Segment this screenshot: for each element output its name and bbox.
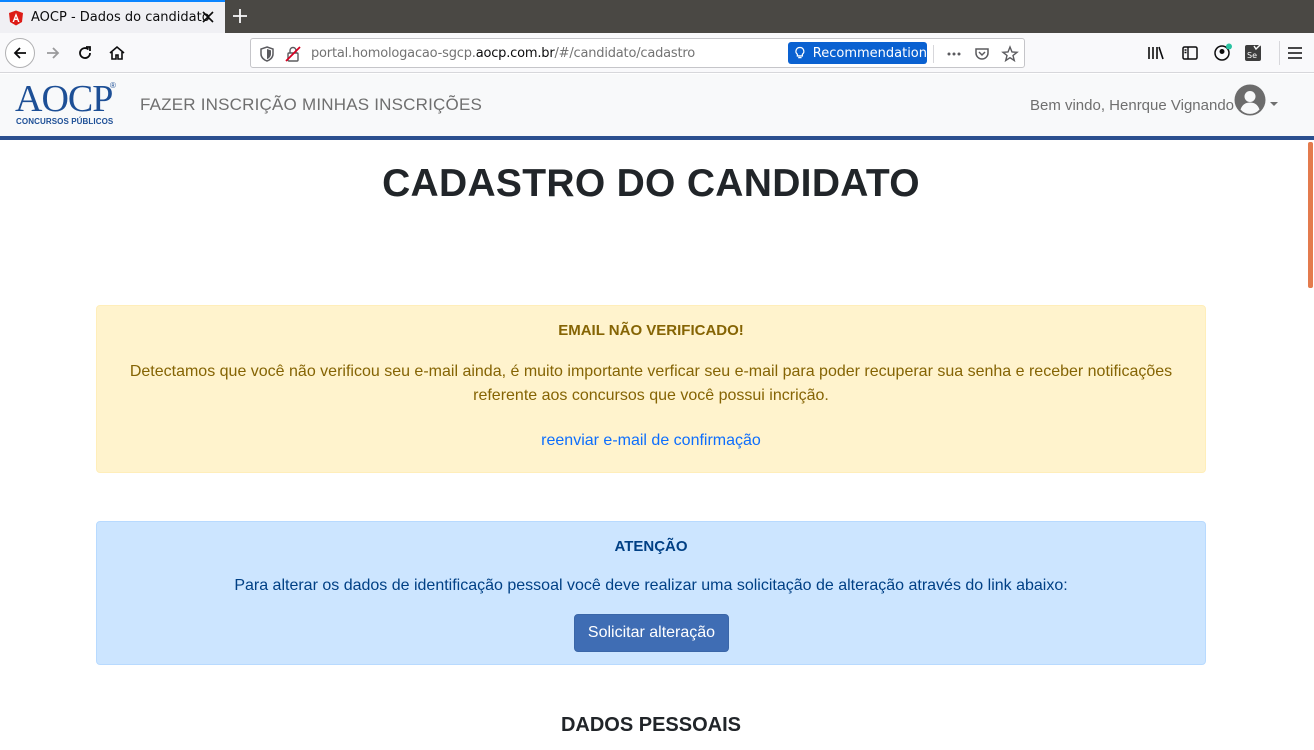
attention-alert-title: ATENÇÃO xyxy=(614,538,688,555)
close-tab-icon[interactable] xyxy=(201,10,215,24)
recommendation-label: Recommendation xyxy=(812,45,927,61)
url-domain: aocp.com.br xyxy=(475,46,555,61)
arrow-right-icon xyxy=(47,47,60,59)
url-text[interactable]: portal.homologacao-sgcp.aocp.com.br/#/ca… xyxy=(311,46,695,61)
more-actions-icon[interactable] xyxy=(945,45,963,63)
angular-favicon-icon xyxy=(9,10,23,25)
insecure-lock-icon[interactable] xyxy=(284,45,302,63)
pocket-icon[interactable] xyxy=(973,45,991,63)
tab-title: AOCP - Dados do candidato xyxy=(31,10,210,25)
resend-confirmation-link[interactable]: reenviar e-mail de confirmação xyxy=(97,432,1205,450)
menu-minhas-inscricoes[interactable]: MINHAS INSCRIÇÕES xyxy=(302,95,482,115)
toolbar-separator xyxy=(1279,41,1280,65)
url-bar[interactable]: portal.homologacao-sgcp.aocp.com.br/#/ca… xyxy=(250,38,1025,68)
hamburger-menu-icon[interactable] xyxy=(1285,43,1305,63)
aocp-logo[interactable]: AOCP ® CONCURSOS PÚBLICOS xyxy=(15,80,120,130)
request-change-button[interactable]: Solicitar alteração xyxy=(574,614,729,652)
lightbulb-icon xyxy=(795,46,805,59)
url-suffix: /#/candidato/cadastro xyxy=(554,46,696,61)
recommendation-button[interactable]: Recommendation xyxy=(788,42,927,64)
selenium-extension-icon[interactable]: Se xyxy=(1243,42,1263,64)
reload-icon xyxy=(79,46,91,59)
logo-registered-mark: ® xyxy=(110,81,116,90)
attention-alert-body: Para alterar os dados de identificação p… xyxy=(234,577,1068,594)
back-button[interactable] xyxy=(5,38,35,68)
user-avatar-icon[interactable] xyxy=(1234,84,1266,116)
welcome-text[interactable]: Bem vindo, Henrque Vignando xyxy=(1030,97,1234,114)
header-accent-line xyxy=(0,136,1314,140)
user-dropdown-caret-icon[interactable] xyxy=(1270,102,1278,106)
home-button[interactable] xyxy=(103,39,131,67)
browser-nav-bar: portal.homologacao-sgcp.aocp.com.br/#/ca… xyxy=(0,33,1314,73)
email-not-verified-alert: EMAIL NÃO VERIFICADO! Detectamos que voc… xyxy=(96,305,1206,473)
new-tab-icon[interactable] xyxy=(231,7,249,25)
scrollbar-thumb[interactable] xyxy=(1308,142,1313,288)
reload-button[interactable] xyxy=(71,39,99,67)
forward-button[interactable] xyxy=(39,39,67,67)
browser-tab[interactable]: AOCP - Dados do candidato xyxy=(0,0,225,33)
logo-subtitle: CONCURSOS PÚBLICOS xyxy=(16,117,114,126)
account-icon[interactable] xyxy=(1212,43,1234,63)
email-alert-body: Detectamos que você não verificou seu e-… xyxy=(129,363,1173,404)
url-separator xyxy=(933,45,934,63)
browser-tab-bar: AOCP - Dados do candidato xyxy=(0,0,1314,33)
logo-text: AOCP xyxy=(15,78,113,120)
menu-fazer-inscricao[interactable]: FAZER INSCRIÇÃO xyxy=(140,95,297,115)
shield-icon[interactable] xyxy=(258,45,276,63)
url-prefix: portal.homologacao-sgcp. xyxy=(311,46,476,61)
library-icon[interactable] xyxy=(1146,43,1166,63)
bookmark-star-icon[interactable] xyxy=(1001,45,1019,63)
attention-alert: ATENÇÃO Para alterar os dados de identif… xyxy=(96,521,1206,665)
section-title-personal-data: DADOS PESSOAIS xyxy=(560,714,742,736)
svg-text:Se: Se xyxy=(1247,51,1257,60)
home-icon xyxy=(109,45,125,60)
page-title: CADASTRO DO CANDIDATO xyxy=(382,162,920,205)
email-alert-title: EMAIL NÃO VERIFICADO! xyxy=(558,322,744,339)
sidebar-icon[interactable] xyxy=(1180,43,1200,63)
arrow-left-icon xyxy=(13,47,26,59)
